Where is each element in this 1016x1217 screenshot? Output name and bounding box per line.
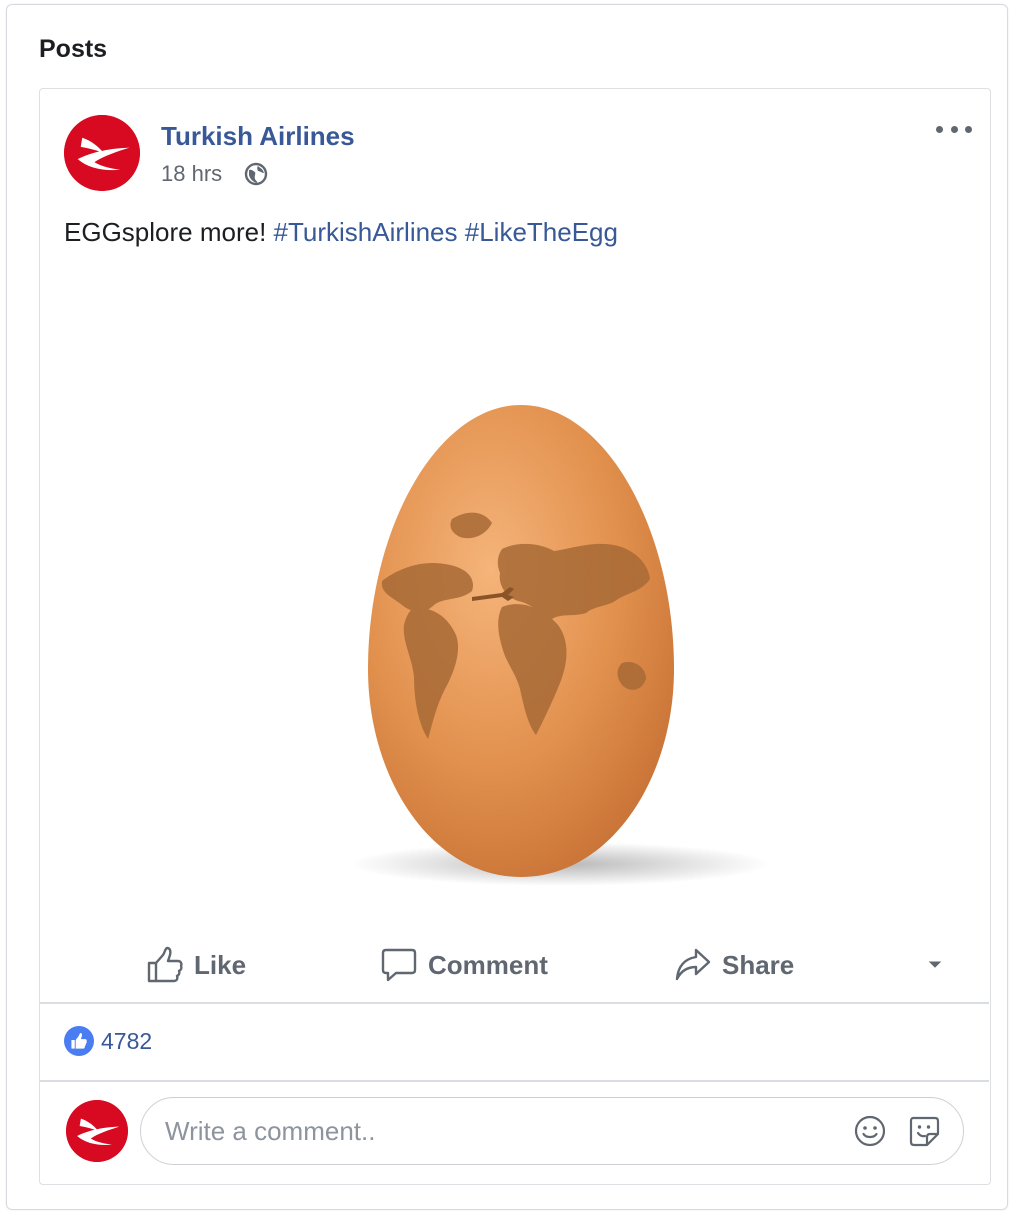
post-timestamp[interactable]: 18 hrs xyxy=(161,161,222,187)
share-button[interactable]: Share xyxy=(674,929,794,1001)
more-dot-icon xyxy=(965,125,972,133)
comment-input[interactable] xyxy=(163,1098,807,1165)
egg-with-world-map-image xyxy=(350,405,770,886)
post-options-button[interactable] xyxy=(934,117,974,141)
more-dot-icon xyxy=(936,125,943,133)
comment-button[interactable]: Comment xyxy=(380,929,548,1001)
like-label: Like xyxy=(194,949,247,980)
like-reaction-icon xyxy=(64,1026,94,1056)
reactions-summary[interactable]: 4782 xyxy=(64,1026,152,1056)
hashtag-link[interactable]: #TurkishAirlines xyxy=(274,217,458,247)
section-title: Posts xyxy=(39,35,108,63)
page-avatar[interactable] xyxy=(64,115,140,191)
post-image[interactable] xyxy=(40,279,989,969)
post-text-main: EGGsplore more! xyxy=(64,217,267,247)
posts-panel: Posts Turkish Airlines 18 hrs EGGsplore … xyxy=(6,4,1008,1210)
more-dot-icon xyxy=(950,125,958,133)
thumbs-up-icon xyxy=(71,1032,87,1049)
divider xyxy=(40,1002,989,1004)
divider xyxy=(40,1080,989,1082)
post-action-bar: Like Comment Share xyxy=(40,929,989,1001)
caret-down-icon xyxy=(928,961,942,968)
like-count: 4782 xyxy=(101,1027,153,1054)
page-name-link[interactable]: Turkish Airlines xyxy=(161,121,355,152)
comment-bubble-icon xyxy=(381,948,417,982)
turkish-airlines-logo-icon xyxy=(64,115,140,191)
post-card: Turkish Airlines 18 hrs EGGsplore more! … xyxy=(39,88,991,1185)
post-text: EGGsplore more! #TurkishAirlines #LikeTh… xyxy=(64,217,618,248)
turkish-airlines-logo-icon xyxy=(66,1100,128,1162)
share-arrow-icon xyxy=(675,948,711,981)
globe-icon[interactable] xyxy=(244,162,268,186)
hashtag-link[interactable]: #LikeTheEgg xyxy=(465,217,618,247)
commenter-avatar[interactable] xyxy=(66,1100,128,1162)
post-meta: 18 hrs xyxy=(161,161,268,187)
like-button[interactable]: Like xyxy=(146,929,246,1001)
comment-label: Comment xyxy=(428,949,548,980)
sticker-icon[interactable] xyxy=(907,1114,941,1148)
comment-composer xyxy=(140,1097,964,1165)
share-label: Share xyxy=(722,949,795,980)
thumbs-up-icon xyxy=(147,946,183,983)
emoji-icon[interactable] xyxy=(853,1114,887,1148)
share-options-dropdown[interactable] xyxy=(928,929,952,1001)
